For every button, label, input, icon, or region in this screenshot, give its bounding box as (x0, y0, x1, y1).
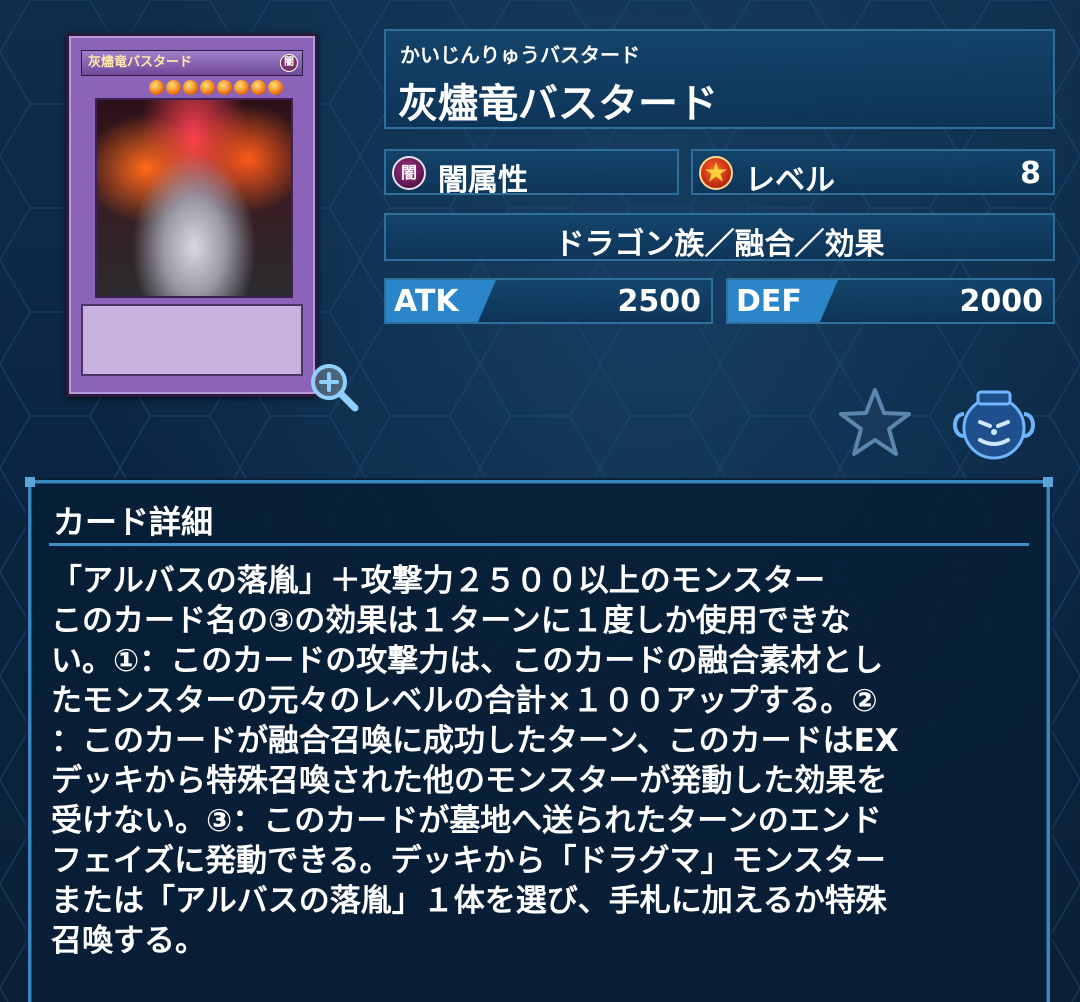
level-panel: レベル 8 (691, 149, 1055, 198)
atk-value: 2500 (617, 284, 702, 319)
card-level-star (149, 80, 164, 95)
level-star-icon (699, 156, 733, 190)
card-level-star (217, 80, 232, 95)
card-thumbnail-name: 灰燼竜バスタード 闇 (81, 50, 303, 76)
level-label: レベル (745, 163, 835, 198)
def-panel: DEF 2000 (726, 278, 1055, 324)
card-level-star (234, 80, 249, 95)
card-artwork (95, 98, 293, 298)
card-level-star (166, 80, 181, 95)
card-level-star (251, 80, 266, 95)
card-level-star (268, 80, 283, 95)
card-details-box: カード詳細 「アルバスの落胤」＋攻撃力２５００以上のモンスター このカード名の③… (25, 477, 1053, 1002)
attribute-panel: 闇 闇属性 (384, 149, 679, 198)
card-level-star (200, 80, 215, 95)
card-level-stars (149, 80, 283, 96)
def-value: 2000 (959, 284, 1044, 319)
card-text-box (81, 304, 303, 376)
def-label: DEF (736, 284, 802, 319)
card-details-title: カード詳細 (53, 503, 214, 541)
pot-of-greed-icon[interactable] (950, 384, 1038, 462)
card-image[interactable]: 灰燼竜バスタード 闇 (66, 33, 359, 412)
corner-ornament (25, 477, 35, 487)
card-effect-text: 「アルバスの落胤」＋攻撃力２５００以上のモンスター このカード名の③の効果は１タ… (51, 563, 899, 959)
corner-ornament (1043, 477, 1053, 487)
card-thumbnail-attribute-icon: 闇 (280, 54, 298, 72)
card-name-reading: かいじんりゅうバスタード (400, 43, 640, 67)
card-name: 灰燼竜バスタード (398, 81, 718, 127)
monster-type-panel: ドラゴン族／融合／効果 (384, 213, 1055, 262)
zoom-in-icon[interactable] (305, 358, 361, 414)
favorite-star-button[interactable] (836, 386, 914, 458)
atk-panel: ATK 2500 (384, 278, 713, 324)
atk-label: ATK (394, 284, 459, 319)
dark-attribute-icon: 闇 (392, 156, 426, 190)
details-divider (49, 543, 1029, 546)
level-value: 8 (1020, 156, 1041, 191)
monster-type: ドラゴン族／融合／効果 (554, 227, 885, 262)
attribute-label: 闇属性 (438, 163, 528, 198)
card-level-star (183, 80, 198, 95)
card-name-panel: かいじんりゅうバスタード 灰燼竜バスタード (384, 29, 1055, 129)
